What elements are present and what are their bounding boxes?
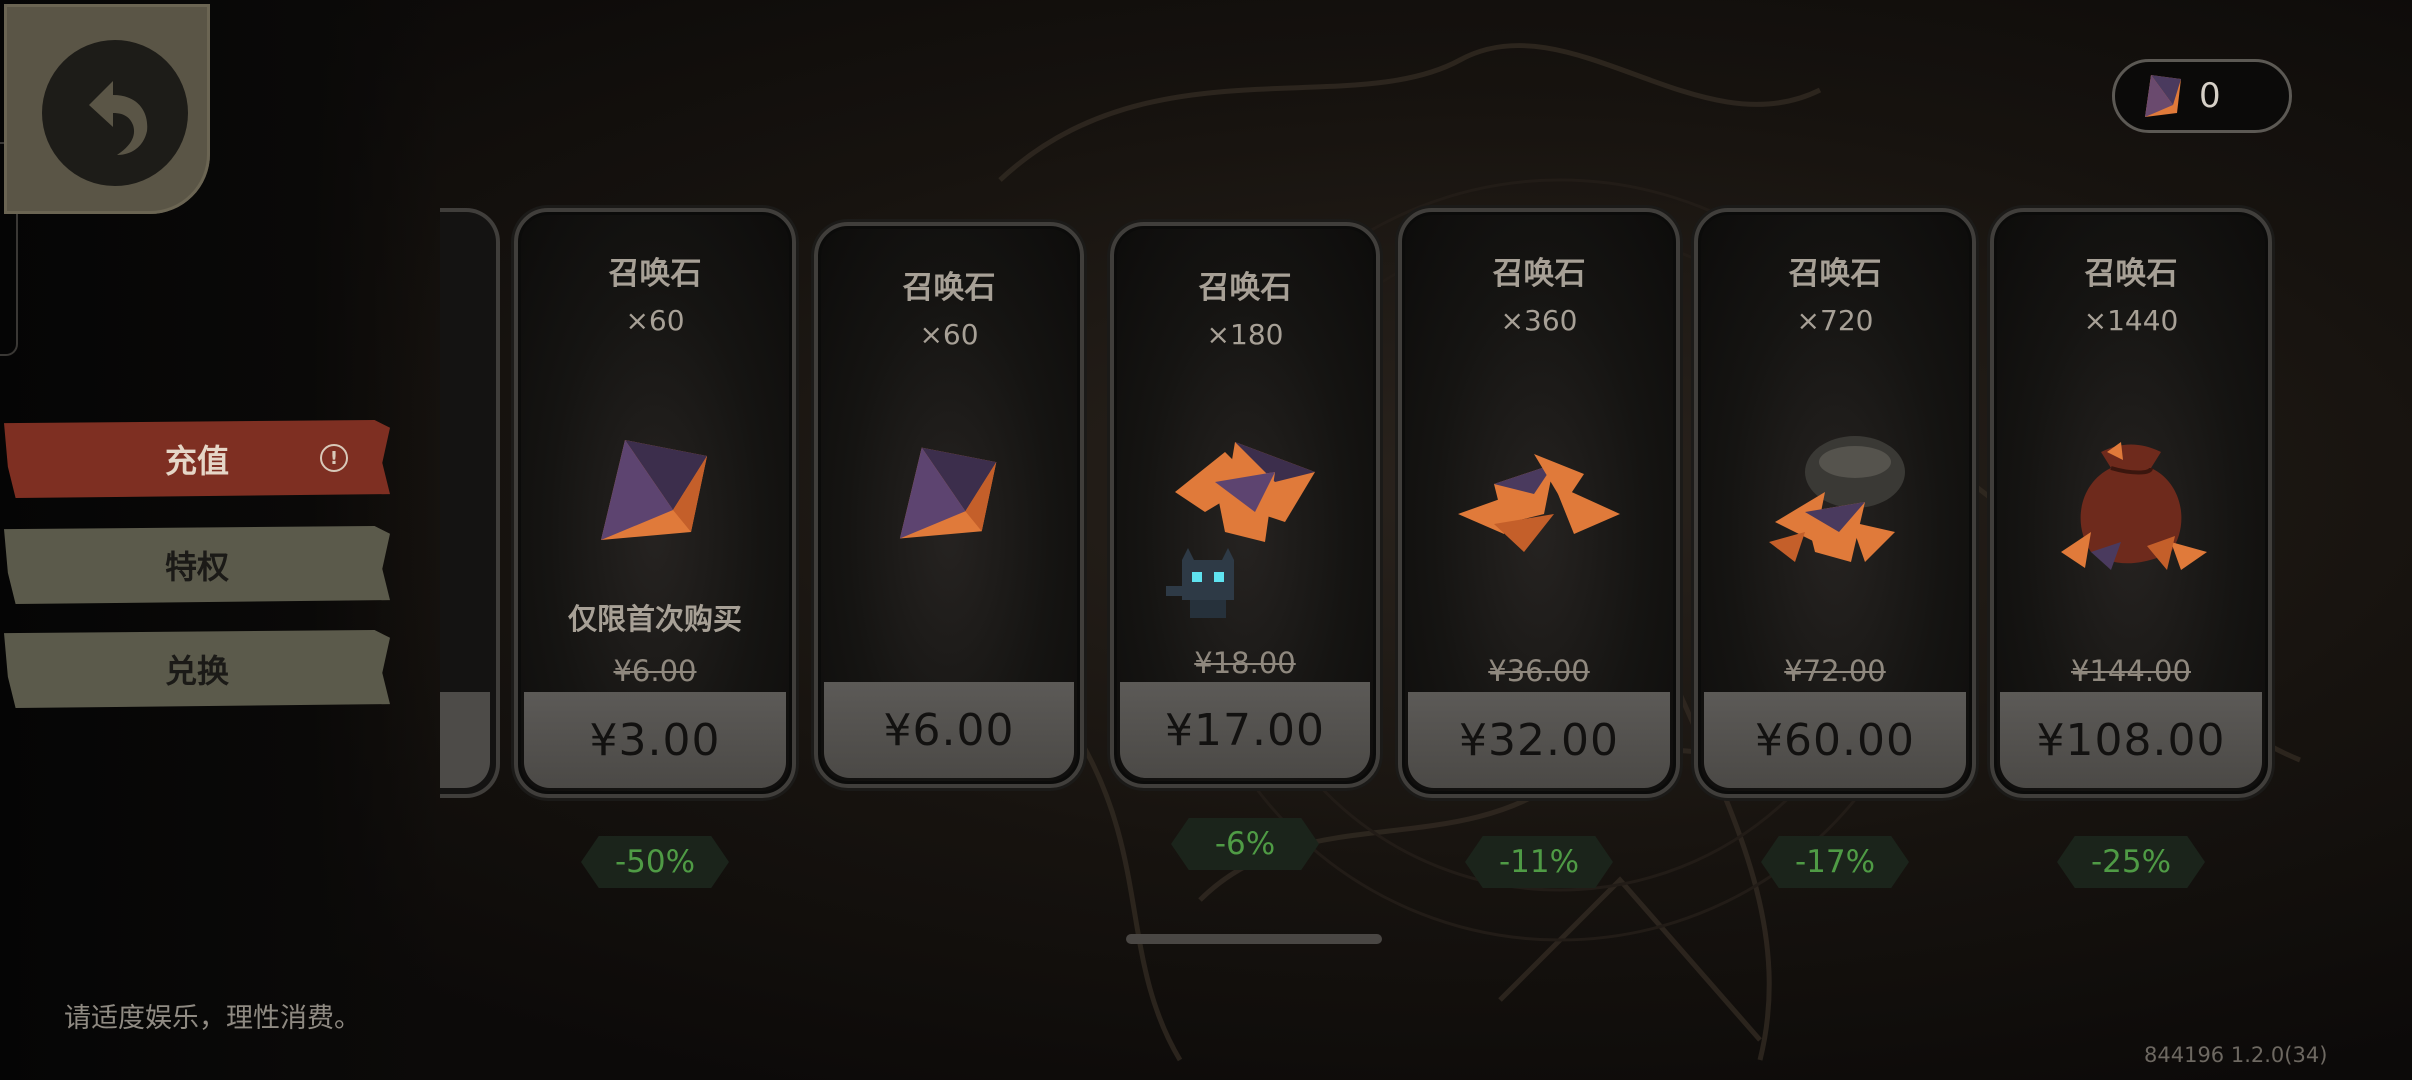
product-card-4[interactable]: 召唤石 ×360 ¥36.00 ¥32.00 (1398, 208, 1680, 798)
product-name: 召唤石 (1492, 256, 1586, 292)
discount-badge: -11% (1465, 836, 1613, 888)
price-button[interactable]: ¥3.00 (524, 692, 786, 788)
tab-recharge[interactable]: 充值 ! (4, 420, 390, 498)
summon-stone-pile-icon (1175, 442, 1315, 542)
tab-privilege-label: 特权 (164, 548, 229, 586)
price-button[interactable]: ¥32.00 (1408, 692, 1670, 788)
discount-badge: -6% (1171, 818, 1319, 870)
product-quantity: ×60 (919, 318, 979, 351)
responsible-gaming-notice: 请适度娱乐，理性消费。 (64, 1003, 361, 1034)
balance-value: 0 (2199, 76, 2221, 116)
back-button[interactable] (42, 40, 188, 186)
product-quantity: ×1440 (2083, 304, 2179, 337)
discount-badge: -25% (2057, 836, 2205, 888)
product-quantity: ×60 (625, 304, 685, 337)
discount-badge: -50% (581, 836, 729, 888)
product-card-5[interactable]: 召唤石 ×720 ¥72.00 ¥60.00 (1694, 208, 1976, 798)
summon-stone-sack-icon (1769, 436, 1905, 562)
product-card-3[interactable]: 召唤石 ×180 ¥18.00 ¥17.00 (1110, 222, 1380, 788)
product-name: 召唤石 (902, 270, 996, 306)
product-card-2[interactable]: 召唤石 ×60 ¥6.00 (814, 222, 1084, 788)
tab-exchange-label: 兑换 (164, 652, 229, 690)
original-price: ¥36.00 (1488, 654, 1590, 688)
back-plate (4, 4, 210, 214)
discount-badge: -17% (1761, 836, 1909, 888)
product-name: 召唤石 (1198, 270, 1292, 306)
summon-stone-icon (2145, 75, 2181, 117)
product-name: 召唤石 (2084, 256, 2178, 292)
horizontal-scrollbar[interactable] (1126, 934, 1382, 944)
price-button[interactable]: ¥17.00 (1120, 682, 1370, 778)
price-button[interactable]: ¥108.00 (2000, 692, 2262, 788)
tab-exchange[interactable]: 兑换 (4, 630, 390, 708)
summon-stone-icon (899, 447, 997, 539)
product-card-6[interactable]: 召唤石 ×1440 ¥144.00 ¥108.00 (1990, 208, 2272, 798)
currency-balance: 0 (2112, 59, 2292, 133)
original-price: ¥6.00 (613, 654, 697, 688)
product-quantity: ×180 (1206, 318, 1284, 351)
product-quantity: ×720 (1796, 304, 1874, 337)
product-name: 召唤石 (1788, 256, 1882, 292)
original-price: ¥18.00 (1194, 646, 1296, 680)
tab-recharge-label: 充值 (164, 442, 229, 480)
price-button[interactable]: ¥60.00 (1704, 692, 1966, 788)
original-price: ¥72.00 (1784, 654, 1886, 688)
back-arrow-icon (89, 81, 148, 155)
product-card-1[interactable]: 召唤石 ×60 仅限首次购买 ¥6.00 ¥3.00 (514, 208, 796, 798)
product-quantity: ×360 (1500, 304, 1578, 337)
original-price: ¥144.00 (2071, 654, 2191, 688)
version-label: 844196 1.2.0(34) (2144, 1043, 2328, 1067)
alert-icon: ! (320, 444, 348, 472)
product-name: 召唤石 (608, 256, 702, 292)
offscreen-product-card[interactable] (440, 208, 500, 798)
pet-creature-icon (1166, 548, 1234, 618)
summon-stone-pile-icon (1458, 454, 1620, 552)
first-purchase-limit: 仅限首次购买 (567, 602, 742, 636)
summon-stone-icon (601, 440, 707, 540)
summon-stone-bag-icon (2061, 442, 2207, 570)
price-button[interactable]: ¥6.00 (824, 682, 1074, 778)
tab-privilege[interactable]: 特权 (4, 526, 390, 604)
